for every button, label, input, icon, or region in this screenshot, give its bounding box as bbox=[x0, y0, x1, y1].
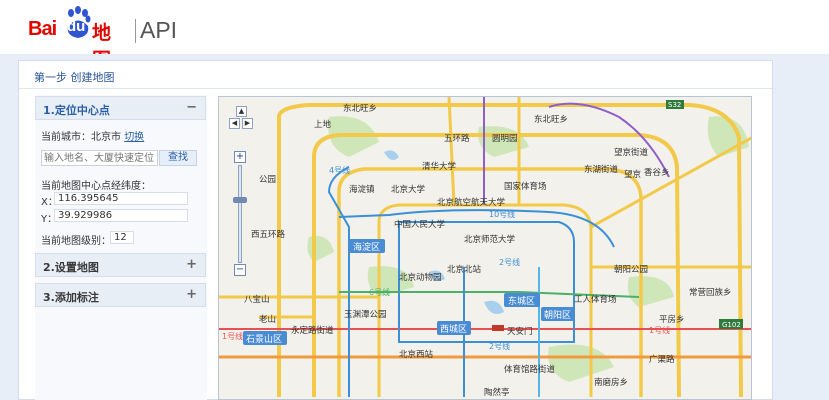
map-label: 国家体育场 bbox=[504, 181, 547, 192]
tiananmen-icon bbox=[492, 325, 504, 331]
highway-badge-s32-text: S32 bbox=[668, 101, 681, 109]
map-label: 工人体育场 bbox=[574, 294, 617, 305]
pan-up-icon[interactable]: ▲ bbox=[236, 106, 247, 117]
longitude-field[interactable]: 116.395645 bbox=[54, 192, 188, 205]
current-city: 当前城市：北京市 切换 bbox=[41, 128, 144, 143]
step-3-label: 3.添加标注 bbox=[43, 291, 99, 304]
map-label: 玉渊潭公园 bbox=[344, 309, 387, 320]
zoom-level-field[interactable]: 12 bbox=[110, 231, 134, 244]
step-2-header[interactable]: 2.设置地图 + bbox=[35, 253, 206, 277]
map-label: 西五环路 bbox=[251, 229, 286, 240]
zoom-in-button[interactable]: + bbox=[234, 151, 246, 163]
panel-title: 第一步 创建地图 bbox=[34, 71, 115, 84]
metro-label: 10号线 bbox=[489, 209, 515, 219]
map-label: 北京航空航天大学 bbox=[437, 197, 506, 208]
expand-icon[interactable]: + bbox=[186, 287, 197, 302]
map-label: 望京街道 bbox=[614, 147, 649, 158]
zoom-out-button[interactable]: − bbox=[234, 264, 246, 276]
metro-label: 1号线 bbox=[222, 331, 243, 341]
metro-label: 4号线 bbox=[329, 165, 350, 175]
district-badge-xicheng-text: 西城区 bbox=[440, 324, 467, 335]
map-label: 香谷乡 bbox=[644, 167, 670, 178]
map-label: 常营回族乡 bbox=[689, 287, 732, 298]
map-label: 北京动物园 bbox=[399, 272, 442, 283]
pan-right-icon[interactable]: ▶ bbox=[242, 118, 253, 129]
map-label: 公园 bbox=[259, 175, 276, 185]
pan-control[interactable]: ▲ ◀ ▶ bbox=[229, 106, 253, 130]
map-canvas[interactable]: S32 G102 海淀区 东城区 朝阳区 西城区 石景山区 东北旺乡 上地 五环… bbox=[218, 96, 752, 400]
map-label: 中国人民大学 bbox=[394, 219, 446, 230]
map-label: 天安门 bbox=[507, 326, 533, 337]
map-label: 清华大学 bbox=[422, 161, 457, 172]
map-label: 朝阳公园 bbox=[614, 265, 648, 275]
map-svg: S32 G102 海淀区 东城区 朝阳区 西城区 石景山区 东北旺乡 上地 五环… bbox=[219, 97, 751, 399]
latitude-field[interactable]: 39.929986 bbox=[54, 209, 188, 222]
map-label: 平房乡 bbox=[659, 314, 685, 325]
center-coords-label: 当前地图中心点经纬度： bbox=[41, 181, 151, 192]
zoom-level-label: 当前地图级别： bbox=[41, 236, 111, 247]
map-label: 东北旺乡 bbox=[534, 114, 568, 125]
map-label: 北京大学 bbox=[391, 184, 426, 195]
collapse-icon[interactable]: − bbox=[186, 100, 197, 115]
map-label: 南磨房乡 bbox=[594, 377, 628, 388]
map-label: 望京 bbox=[624, 169, 641, 180]
map-label: 北京师范大学 bbox=[464, 234, 516, 245]
district-badge-dongcheng-text: 东城区 bbox=[508, 295, 535, 307]
map-label: 北京西站 bbox=[399, 349, 434, 360]
metro-label: 2号线 bbox=[489, 341, 510, 351]
district-badge-haidian-text: 海淀区 bbox=[353, 241, 380, 253]
map-label: 八宝山 bbox=[244, 294, 270, 305]
metro-label: 2号线 bbox=[499, 257, 520, 267]
map-label: 海淀镇 bbox=[349, 184, 375, 195]
pan-left-icon[interactable]: ◀ bbox=[229, 118, 240, 129]
map-label: 北京北站 bbox=[447, 264, 482, 275]
map-label: 东湖街道 bbox=[584, 164, 619, 175]
logo-api-text: API bbox=[140, 17, 178, 43]
map-label: 陶然亭 bbox=[484, 387, 510, 398]
search-button[interactable]: 查找 bbox=[159, 150, 197, 166]
district-badge-chaoyang-text: 朝阳区 bbox=[544, 310, 571, 321]
map-label: 圆明园 bbox=[492, 134, 518, 144]
place-search-input[interactable] bbox=[41, 150, 158, 166]
header: Bai du 地图 API bbox=[0, 0, 829, 71]
district-badge-shijingshan-text: 石景山区 bbox=[246, 334, 282, 345]
logo-bai-text: Bai bbox=[28, 18, 57, 40]
metro-label: 6号线 bbox=[369, 287, 390, 297]
map-label: 广渠路 bbox=[649, 354, 675, 365]
map-label: 老山 bbox=[259, 314, 276, 325]
zoom-slider-handle[interactable] bbox=[233, 197, 247, 203]
step-2-label: 2.设置地图 bbox=[43, 261, 99, 274]
zoom-slider-track[interactable] bbox=[238, 165, 242, 263]
map-label: 上地 bbox=[314, 119, 332, 130]
logo-separator bbox=[135, 19, 136, 43]
step-1-label: 1.定位中心点 bbox=[43, 104, 110, 117]
expand-icon[interactable]: + bbox=[186, 257, 197, 272]
step-3-header[interactable]: 3.添加标注 + bbox=[35, 283, 206, 307]
current-city-label: 当前城市：北京市 bbox=[41, 132, 121, 143]
metro-label: 1号线 bbox=[649, 325, 670, 335]
panel-header: 第一步 创建地图 bbox=[19, 61, 772, 89]
map-label: 永定路街道 bbox=[291, 325, 334, 336]
map-label: 体育馆路街道 bbox=[504, 364, 556, 375]
map-label: 五环路 bbox=[444, 133, 470, 144]
highway-badge-g102-text: G102 bbox=[722, 321, 741, 329]
switch-city-link[interactable]: 切换 bbox=[124, 132, 144, 143]
logo-du-text: du bbox=[67, 18, 86, 35]
map-label: 东北旺乡 bbox=[343, 103, 377, 114]
step-1-header[interactable]: 1.定位中心点 − bbox=[35, 96, 206, 120]
